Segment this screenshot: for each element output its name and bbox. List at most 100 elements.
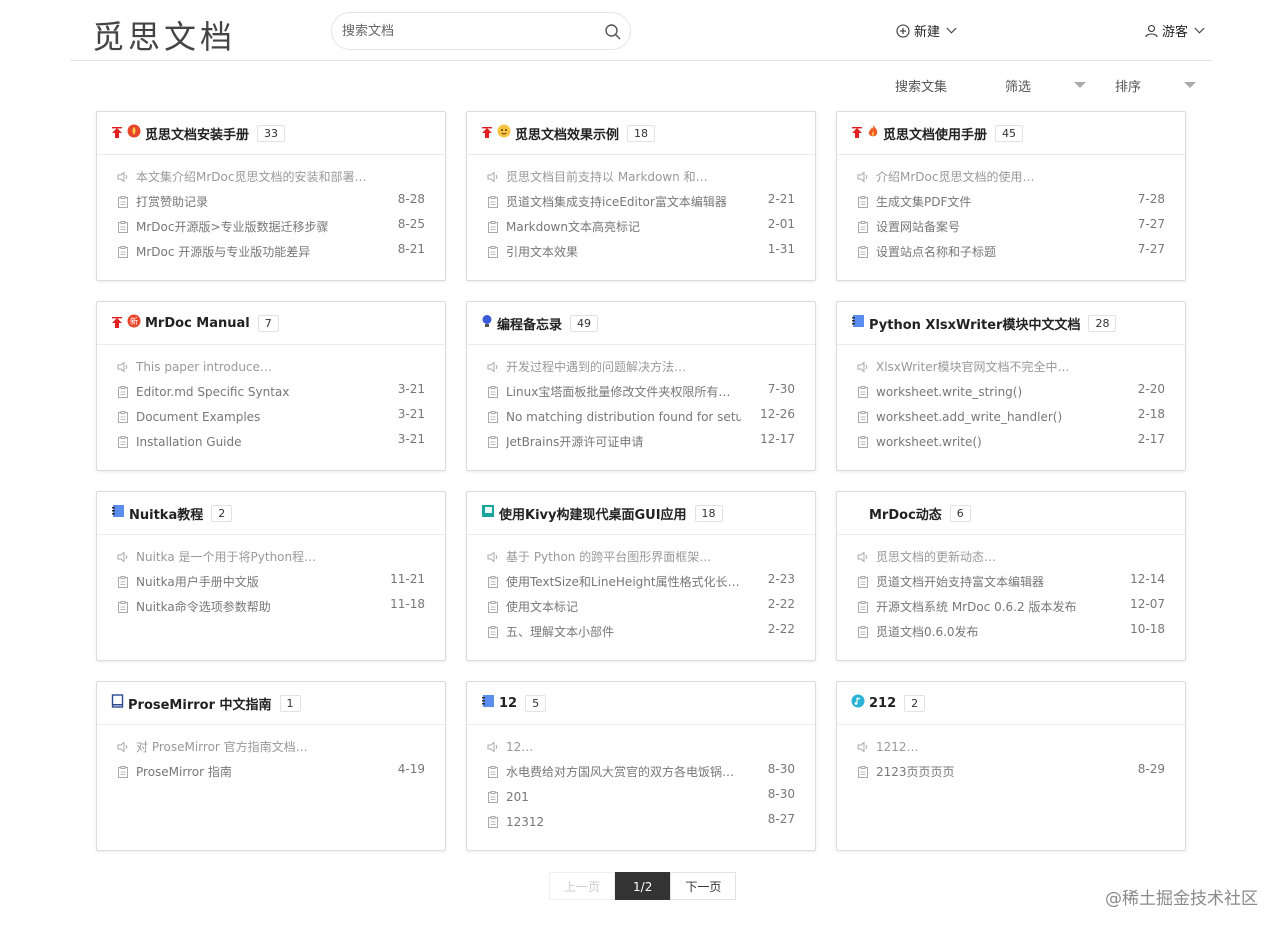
doc-list-item[interactable]: JetBrains开源许可证申请 12-17	[487, 432, 795, 457]
doc-list-item[interactable]: Linux宝塔面板批量修改文件夹权限所有… 7-30	[487, 382, 795, 407]
doc-list-item[interactable]: 设置网站备案号 7-27	[857, 217, 1165, 242]
doc-list-item[interactable]: worksheet.write_string() 2-20	[857, 382, 1165, 407]
doc-list-item[interactable]: 觅道文档开始支持富文本编辑器 12-14	[857, 572, 1165, 597]
search-icon[interactable]	[604, 23, 622, 41]
doc-title-link[interactable]: 2123页页页页	[876, 762, 955, 782]
user-menu-button[interactable]: 游客	[1145, 21, 1205, 40]
filter-caret-icon[interactable]	[1074, 82, 1086, 88]
collection-card[interactable]: 新 MrDoc Manual 7 This paper introduce… Edito…	[96, 301, 446, 471]
card-title[interactable]: 12	[499, 696, 517, 711]
doc-title-link[interactable]: 使用文本标记	[506, 597, 578, 617]
filter-dropdown[interactable]: 筛选	[1005, 76, 1031, 95]
card-title[interactable]: Python XlsxWriter模块中文文档	[869, 314, 1080, 333]
collection-card[interactable]: 使用Kivy构建现代桌面GUI应用 18 基于 Python 的跨平台图形界面框架……	[466, 491, 816, 661]
doc-title-link[interactable]: Editor.md Specific Syntax	[136, 382, 289, 402]
collection-card[interactable]: 212 2 1212… 2123页页页页 8-29	[836, 681, 1186, 851]
doc-title-link[interactable]: JetBrains开源许可证申请	[506, 432, 643, 452]
sort-dropdown[interactable]: 排序	[1115, 76, 1141, 95]
card-title[interactable]: 觅思文档效果示例	[515, 124, 619, 143]
collection-card[interactable]: 觅思文档使用手册 45 介绍MrDoc觅思文档的使用… 生成文集PDF文件 7-28 设置…	[836, 111, 1186, 281]
doc-list-item[interactable]: 201 8-30	[487, 787, 795, 812]
card-title[interactable]: 觅思文档安装手册	[145, 124, 249, 143]
doc-list-item[interactable]: 12312 8-27	[487, 812, 795, 837]
card-title[interactable]: 觅思文档使用手册	[883, 124, 987, 143]
doc-title-link[interactable]: 水电费给对方国风大赏官的双方各电饭锅…	[506, 762, 734, 782]
doc-list-item[interactable]: Installation Guide 3-21	[117, 432, 425, 457]
doc-list-item[interactable]: 生成文集PDF文件 7-28	[857, 192, 1165, 217]
search-collections-button[interactable]: 搜索文集	[895, 76, 947, 95]
doc-list-item[interactable]: MrDoc 开源版与专业版功能差异 8-21	[117, 242, 425, 267]
card-title[interactable]: 212	[869, 696, 896, 711]
doc-list-item[interactable]: 使用TextSize和LineHeight属性格式化长… 2-23	[487, 572, 795, 597]
collection-card[interactable]: Python XlsxWriter模块中文文档 28 XlsxWriter模块官网文…	[836, 301, 1186, 471]
doc-list-item[interactable]: 五、理解文本小部件 2-22	[487, 622, 795, 647]
doc-list-item[interactable]: worksheet.add_write_handler() 2-18	[857, 407, 1165, 432]
next-page-button[interactable]: 下一页	[670, 872, 737, 900]
doc-title-link[interactable]: 设置站点名称和子标题	[876, 242, 996, 262]
doc-title-link[interactable]: MrDoc开源版>专业版数据迁移步骤	[136, 217, 329, 237]
search-box[interactable]	[331, 12, 631, 50]
doc-list-item[interactable]: Nuitka命令选项参数帮助 11-18	[117, 597, 425, 622]
new-button[interactable]: 新建	[896, 21, 957, 40]
sort-caret-icon[interactable]	[1184, 82, 1196, 88]
doc-title-link[interactable]: Document Examples	[136, 407, 260, 427]
doc-list-item[interactable]: Nuitka用户手册中文版 11-21	[117, 572, 425, 597]
doc-title-link[interactable]: Nuitka用户手册中文版	[136, 572, 259, 592]
doc-title-link[interactable]: worksheet.add_write_handler()	[876, 407, 1062, 427]
card-title[interactable]: MrDoc Manual	[145, 316, 250, 331]
doc-title-link[interactable]: Markdown文本高亮标记	[506, 217, 640, 237]
site-logo[interactable]: 觅思文档	[92, 12, 236, 58]
card-title[interactable]: Nuitka教程	[129, 504, 203, 523]
doc-list-item[interactable]: 开源文档系统 MrDoc 0.6.2 版本发布 12-07	[857, 597, 1165, 622]
card-title[interactable]: 编程备忘录	[497, 314, 562, 333]
doc-title-link[interactable]: worksheet.write()	[876, 432, 982, 452]
card-title[interactable]: 使用Kivy构建现代桌面GUI应用	[499, 504, 687, 523]
doc-title-link[interactable]: 觅道文档开始支持富文本编辑器	[876, 572, 1044, 592]
card-title[interactable]: ProseMirror 中文指南	[128, 694, 272, 713]
doc-list-item[interactable]: 使用文本标记 2-22	[487, 597, 795, 622]
doc-list-item[interactable]: 引用文本效果 1-31	[487, 242, 795, 267]
doc-list-item[interactable]: Editor.md Specific Syntax 3-21	[117, 382, 425, 407]
doc-list-item[interactable]: 2123页页页页 8-29	[857, 762, 1165, 787]
doc-title-link[interactable]: 开源文档系统 MrDoc 0.6.2 版本发布	[876, 597, 1076, 617]
doc-title-link[interactable]: 设置网站备案号	[876, 217, 960, 237]
doc-list-item[interactable]: 觅道文档0.6.0发布 10-18	[857, 622, 1165, 647]
doc-list-item[interactable]: No matching distribution found for setup…	[487, 407, 795, 432]
doc-title-link[interactable]: 五、理解文本小部件	[506, 622, 614, 642]
doc-title-link[interactable]: 使用TextSize和LineHeight属性格式化长…	[506, 572, 740, 592]
doc-title-link[interactable]: MrDoc 开源版与专业版功能差异	[136, 242, 310, 262]
doc-title-link[interactable]: Installation Guide	[136, 432, 242, 452]
collection-card[interactable]: 12 5 12… 水电费给对方国风大赏官的双方各电饭锅… 8-30 201 8-30 1231…	[466, 681, 816, 851]
doc-list-item[interactable]: MrDoc开源版>专业版数据迁移步骤 8-25	[117, 217, 425, 242]
collection-description: 基于 Python 的跨平台图形界面框架…	[487, 547, 795, 572]
doc-title-link[interactable]: Linux宝塔面板批量修改文件夹权限所有…	[506, 382, 730, 402]
doc-list-item[interactable]: 设置站点名称和子标题 7-27	[857, 242, 1165, 267]
collection-card[interactable]: 觅思文档安装手册 33 本文集介绍MrDoc觅思文档的安装和部署… 打赏赞助记录 8-2…	[96, 111, 446, 281]
collection-card[interactable]: MrDoc动态 6 觅思文档的更新动态… 觅道文档开始支持富文本编辑器 12-14 开源文…	[836, 491, 1186, 661]
doc-list-item[interactable]: 打赏赞助记录 8-28	[117, 192, 425, 217]
doc-title-link[interactable]: Nuitka命令选项参数帮助	[136, 597, 271, 617]
doc-list-item[interactable]: Markdown文本高亮标记 2-01	[487, 217, 795, 242]
doc-list-item[interactable]: worksheet.write() 2-17	[857, 432, 1165, 457]
doc-title-link[interactable]: 生成文集PDF文件	[876, 192, 971, 212]
collection-card[interactable]: ProseMirror 中文指南 1 对 ProseMirror 官方指南文档… Pr…	[96, 681, 446, 851]
collection-card[interactable]: 编程备忘录 49 开发过程中遇到的问题解决方法… Linux宝塔面板批量修改文件夹权限…	[466, 301, 816, 471]
doc-list-item[interactable]: 水电费给对方国风大赏官的双方各电饭锅… 8-30	[487, 762, 795, 787]
collection-card[interactable]: Nuitka教程 2 Nuitka 是一个用于将Python程… Nuitka用户手册…	[96, 491, 446, 661]
search-input[interactable]	[342, 21, 592, 41]
doc-title-link[interactable]: 觅道文档0.6.0发布	[876, 622, 979, 642]
doc-title-link[interactable]: ProseMirror 指南	[136, 762, 232, 782]
doc-title-link[interactable]: 引用文本效果	[506, 242, 578, 262]
doc-title-link[interactable]: 觅道文档集成支持iceEditor富文本编辑器	[506, 192, 727, 212]
doc-list-item[interactable]: 觅道文档集成支持iceEditor富文本编辑器 2-21	[487, 192, 795, 217]
doc-list-item[interactable]: ProseMirror 指南 4-19	[117, 762, 425, 787]
prev-page-button[interactable]: 上一页	[549, 872, 616, 900]
doc-title-link[interactable]: 12312	[506, 812, 544, 832]
card-title[interactable]: MrDoc动态	[869, 504, 942, 523]
doc-title-link[interactable]: 打赏赞助记录	[136, 192, 208, 212]
collection-card[interactable]: 觅思文档效果示例 18 觅思文档目前支持以 Markdown 和… 觅道文档集成支持i…	[466, 111, 816, 281]
doc-list-item[interactable]: Document Examples 3-21	[117, 407, 425, 432]
doc-title-link[interactable]: worksheet.write_string()	[876, 382, 1022, 402]
doc-title-link[interactable]: 201	[506, 787, 529, 807]
doc-title-link[interactable]: No matching distribution found for setup…	[506, 407, 741, 427]
